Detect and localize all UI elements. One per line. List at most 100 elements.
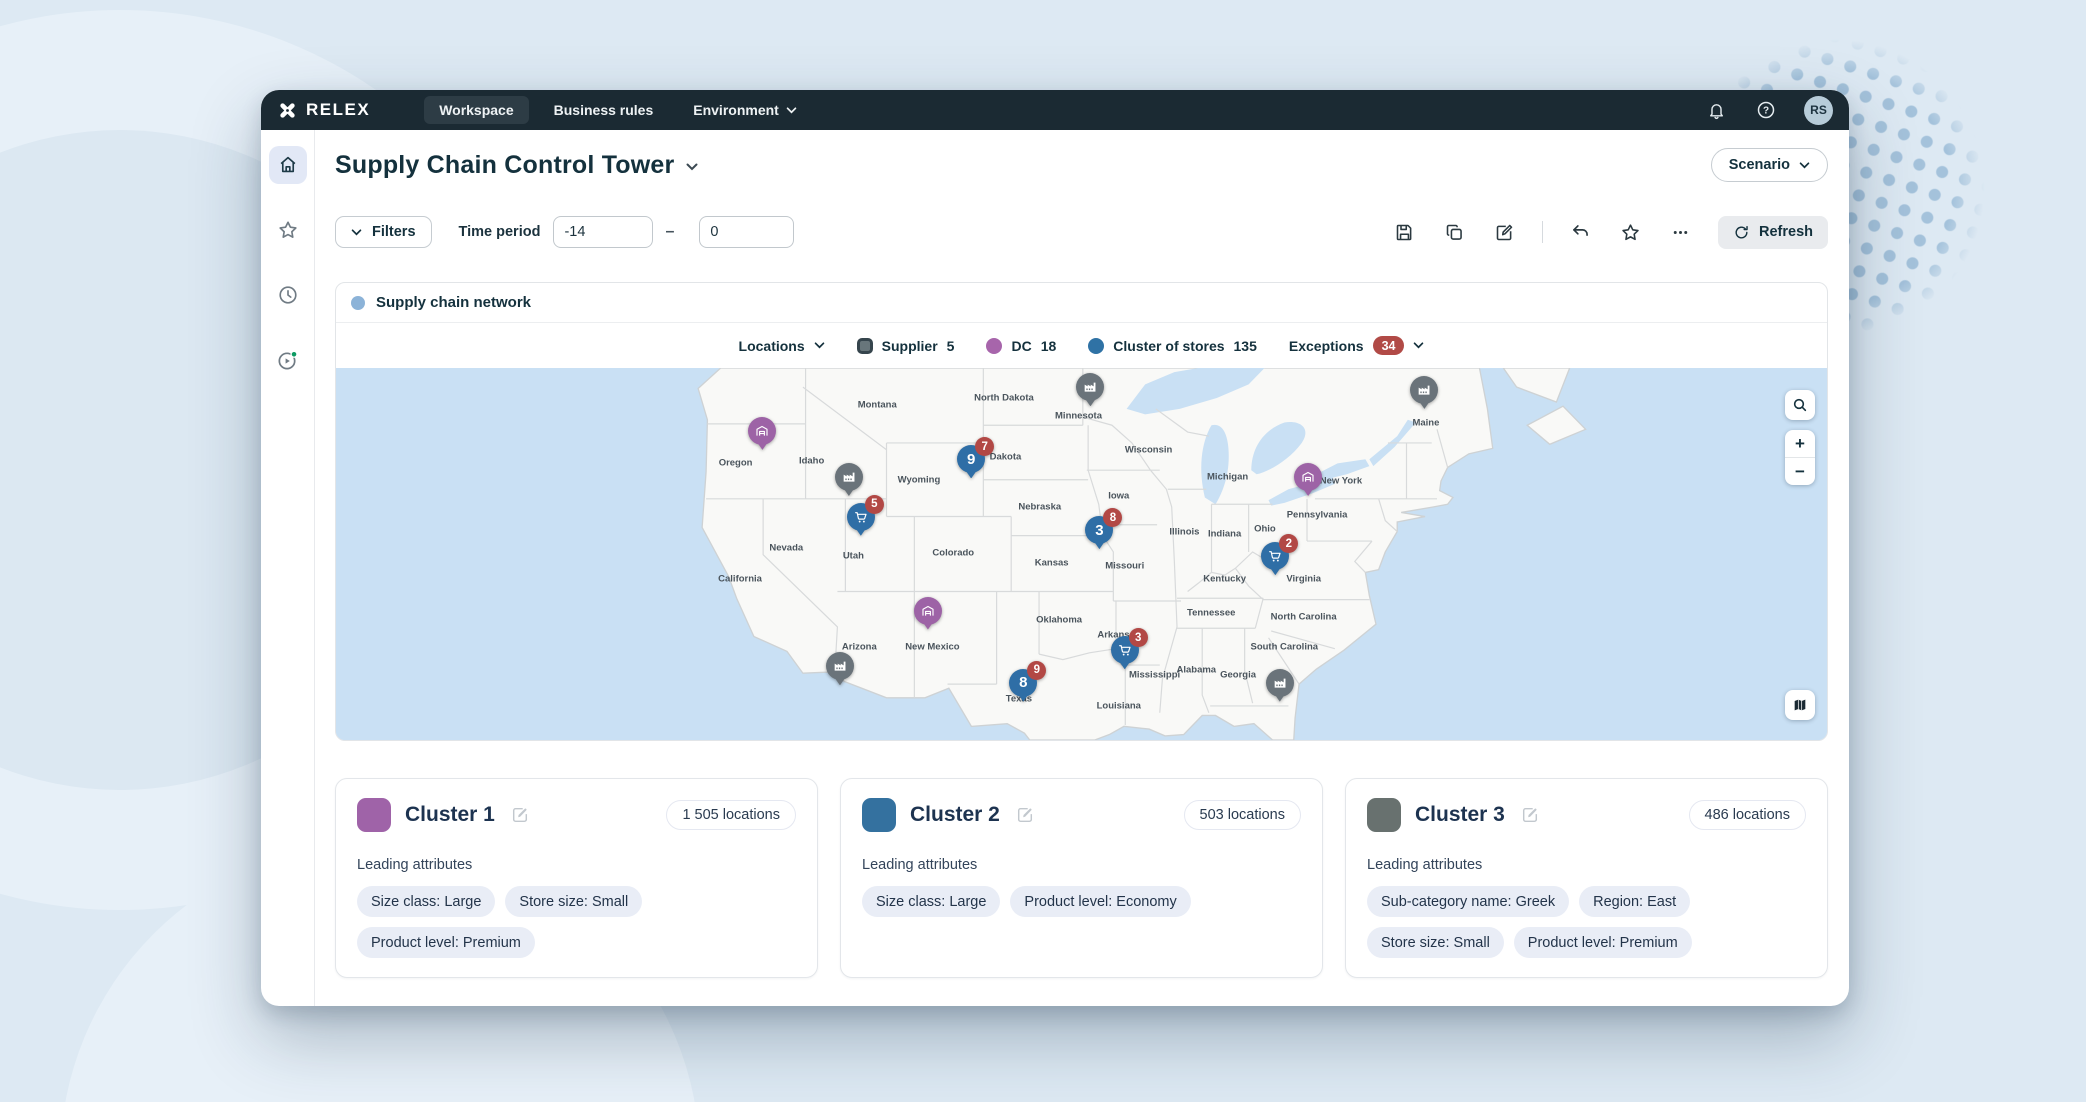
cart-icon bbox=[1117, 642, 1133, 658]
toolbar-actions: Refresh bbox=[1392, 216, 1829, 249]
nav-right: ? RS bbox=[1705, 96, 1833, 125]
help-icon: ? bbox=[1756, 100, 1776, 120]
map-marker-stores[interactable]: 89 bbox=[1009, 669, 1037, 702]
star-icon bbox=[1620, 222, 1641, 243]
map-marker-cart[interactable]: 2 bbox=[1261, 542, 1289, 575]
relex-logo[interactable]: RELEX bbox=[277, 100, 370, 121]
sidebar-item-favorites[interactable] bbox=[269, 211, 307, 249]
cluster-name: Cluster 1 bbox=[405, 803, 495, 827]
chevron-down-icon bbox=[686, 163, 698, 171]
refresh-button[interactable]: Refresh bbox=[1718, 216, 1828, 249]
notifications-button[interactable] bbox=[1705, 99, 1728, 122]
legend-swatch bbox=[857, 338, 873, 354]
chevron-down-icon bbox=[786, 107, 797, 114]
duplicate-button[interactable] bbox=[1442, 220, 1467, 245]
zoom-in-button[interactable]: + bbox=[1785, 430, 1815, 457]
dc-pin bbox=[748, 417, 776, 445]
time-period-separator: – bbox=[665, 223, 674, 241]
chevron-down-icon bbox=[1413, 342, 1424, 349]
map-marker-supplier[interactable] bbox=[1266, 669, 1294, 702]
edit-button[interactable] bbox=[1492, 220, 1517, 245]
refresh-icon bbox=[1733, 224, 1750, 241]
map-marker-stores[interactable]: 38 bbox=[1085, 516, 1113, 549]
cluster-color-swatch bbox=[1367, 798, 1401, 832]
legend-exceptions-label: Exceptions bbox=[1289, 338, 1364, 354]
leading-attributes-label: Leading attributes bbox=[1367, 857, 1806, 873]
cluster-color-swatch bbox=[862, 798, 896, 832]
exception-count-badge: 7 bbox=[975, 437, 994, 456]
relex-mark-icon bbox=[277, 100, 298, 121]
play-circle-icon bbox=[276, 349, 299, 372]
chevron-down-icon bbox=[351, 229, 362, 236]
attribute-tag: Sub-category name: Greek bbox=[1367, 886, 1569, 917]
factory-icon bbox=[1272, 675, 1288, 691]
map-marker-supplier[interactable] bbox=[1410, 376, 1438, 409]
filters-button[interactable]: Filters bbox=[335, 216, 432, 248]
map-marker-supplier[interactable] bbox=[1076, 373, 1104, 406]
basemap-toggle-button[interactable] bbox=[1785, 690, 1815, 720]
legend-item-cluster-of-stores[interactable]: Cluster of stores135 bbox=[1088, 338, 1257, 354]
us-map[interactable]: MontanaNorth DakotaDakotaMinnesotaWiscon… bbox=[336, 368, 1827, 740]
factory-icon bbox=[832, 658, 848, 674]
legend-item-count: 135 bbox=[1234, 338, 1257, 354]
sidebar-item-home[interactable] bbox=[269, 146, 307, 184]
main-content: Supply Chain Control Tower Scenario bbox=[315, 130, 1849, 1006]
nav-item-environment[interactable]: Environment bbox=[678, 96, 812, 124]
legend-item-count: 18 bbox=[1041, 338, 1057, 354]
legend-item-label: Supplier bbox=[882, 338, 938, 354]
save-icon bbox=[1394, 222, 1415, 243]
panel-header: Supply chain network bbox=[336, 283, 1827, 323]
attribute-tag: Product level: Premium bbox=[357, 927, 535, 958]
zoom-out-button[interactable]: − bbox=[1785, 458, 1815, 485]
attribute-tag: Store size: Small bbox=[1367, 927, 1504, 958]
map-marker-cart[interactable]: 3 bbox=[1111, 636, 1139, 669]
sidebar-item-runs[interactable] bbox=[269, 341, 307, 379]
time-period-from-input[interactable] bbox=[553, 216, 653, 248]
time-period-to-input[interactable] bbox=[699, 216, 794, 248]
star-icon bbox=[277, 219, 299, 241]
title-chevron[interactable] bbox=[686, 158, 698, 176]
clock-icon bbox=[277, 284, 299, 306]
legend-item-supplier[interactable]: Supplier5 bbox=[857, 338, 955, 354]
leading-attributes-label: Leading attributes bbox=[357, 857, 796, 873]
map-marker-supplier[interactable] bbox=[826, 652, 854, 685]
map-marker-dc[interactable] bbox=[748, 417, 776, 450]
cart-icon bbox=[1267, 548, 1283, 564]
scenario-button[interactable]: Scenario bbox=[1711, 148, 1828, 182]
edit-cluster-button[interactable] bbox=[511, 806, 529, 824]
map-marker-dc[interactable] bbox=[1294, 463, 1322, 496]
brand-name: RELEX bbox=[306, 100, 370, 120]
warehouse-icon bbox=[920, 603, 936, 619]
help-button[interactable]: ? bbox=[1754, 98, 1778, 122]
more-options-button[interactable] bbox=[1668, 220, 1693, 245]
edit-cluster-button[interactable] bbox=[1016, 806, 1034, 824]
user-avatar[interactable]: RS bbox=[1804, 96, 1833, 125]
cart-icon bbox=[853, 509, 869, 525]
legend-item-dc[interactable]: DC 18 bbox=[986, 338, 1056, 354]
toolbar: Filters Time period – bbox=[335, 215, 1828, 249]
nav-item-business-rules[interactable]: Business rules bbox=[539, 96, 669, 124]
map-marker-supplier[interactable] bbox=[835, 463, 863, 496]
legend-exceptions-dropdown[interactable]: Exceptions 34 bbox=[1289, 336, 1425, 355]
edit-cluster-button[interactable] bbox=[1521, 806, 1539, 824]
sidebar-item-history[interactable] bbox=[269, 276, 307, 314]
legend-swatch bbox=[1088, 338, 1104, 354]
undo-button[interactable] bbox=[1568, 220, 1593, 245]
warehouse-icon bbox=[754, 423, 770, 439]
map-marker-cart[interactable]: 5 bbox=[847, 503, 875, 536]
save-button[interactable] bbox=[1392, 220, 1417, 245]
legend-item-label: DC bbox=[1011, 338, 1031, 354]
cluster-card-3: Cluster 3486 locations Leading attributes… bbox=[1345, 778, 1828, 978]
map-marker-stores[interactable]: 97 bbox=[957, 445, 985, 478]
map-search-button[interactable] bbox=[1785, 390, 1815, 420]
factory-icon bbox=[841, 469, 857, 485]
nav-item-workspace[interactable]: Workspace bbox=[424, 96, 528, 124]
dc-pin bbox=[1294, 463, 1322, 491]
locations-count-pill: 503 locations bbox=[1184, 800, 1301, 830]
map-marker-dc[interactable] bbox=[914, 597, 942, 630]
chevron-down-icon bbox=[1799, 162, 1810, 169]
favorite-button[interactable] bbox=[1618, 220, 1643, 245]
exception-count-badge: 8 bbox=[1103, 508, 1122, 527]
card-header: Cluster 3486 locations bbox=[1367, 798, 1806, 832]
legend-locations-dropdown[interactable]: Locations bbox=[739, 338, 825, 354]
